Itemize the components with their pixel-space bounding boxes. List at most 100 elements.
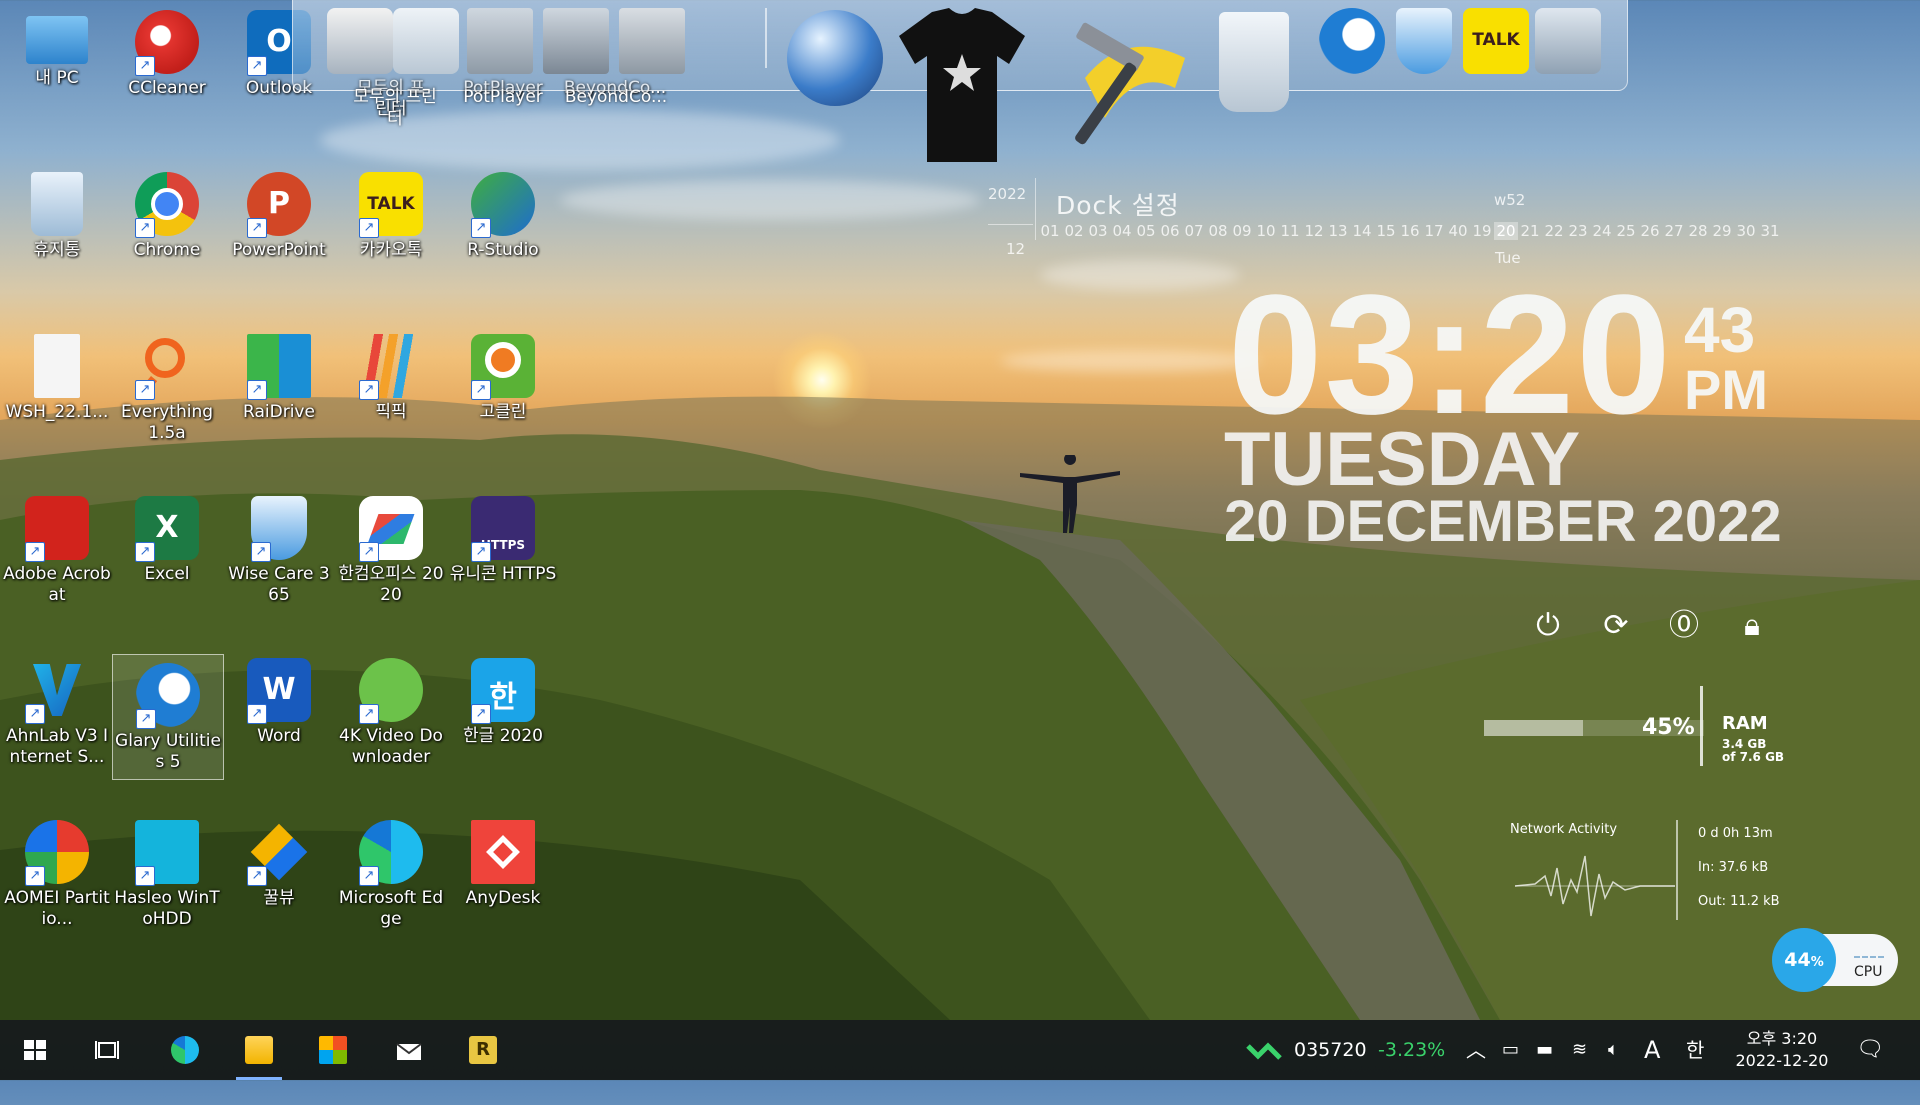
web-doc-icon: [393, 8, 459, 74]
dock-settings-title[interactable]: Dock 설정: [1056, 186, 1180, 222]
desktop-icon-unicorn-https[interactable]: HTTPS ↗ 유니콘 HTTPS: [448, 488, 558, 638]
desktop-icon-everything[interactable]: ↗ Everything 1.5a: [112, 326, 222, 476]
power-icon[interactable]: ⏻: [1530, 608, 1566, 644]
calendar-day: 05: [1136, 222, 1156, 240]
dock-item-globe-doc[interactable]: [389, 8, 463, 82]
desktop-icon-recycle-bin[interactable]: 휴지통: [2, 164, 112, 314]
desktop-icon-honeyview[interactable]: ↗ 꿀뷰: [224, 812, 334, 962]
ime-language[interactable]: 한: [1686, 1020, 1704, 1080]
dock-label-beyondcompare: BeyondCo...: [564, 87, 668, 107]
stock-code[interactable]: 035720: [1294, 1020, 1367, 1080]
network-graph: [1515, 855, 1675, 917]
honeyview-icon: ↗: [247, 820, 311, 886]
ram-total: of 7.6 GB: [1722, 750, 1785, 764]
calendar-day: 02: [1064, 222, 1084, 240]
chevron-up-icon[interactable]: ︿: [1466, 1020, 1486, 1080]
dock-item-hammer[interactable]: [1045, 8, 1195, 158]
taskbar-store[interactable]: [302, 1020, 364, 1080]
desktop-icon-hasleo-wintohdd[interactable]: ↗ Hasleo WinToHDD: [112, 812, 222, 962]
globe-icon: [787, 10, 883, 106]
calendar-day: 14: [1352, 222, 1372, 240]
dock-item-glary[interactable]: [1315, 8, 1389, 82]
start-button[interactable]: [4, 1020, 66, 1080]
cpu-label: CPU: [1854, 964, 1883, 980]
printer-icon: [327, 8, 393, 74]
desktop-icon-raidrive[interactable]: ↗ RaiDrive: [224, 326, 334, 476]
desktop-icon-microsoft-edge[interactable]: ↗ Microsoft Edge: [336, 812, 446, 962]
taskbar-clock[interactable]: 오후 3:20 2022-12-20: [1734, 1028, 1830, 1072]
stock-icon[interactable]: [1244, 1020, 1284, 1080]
network-in: In: 37.6 kB: [1698, 860, 1769, 875]
raidrive-icon: ↗: [247, 334, 311, 400]
calendar-day: 24: [1592, 222, 1612, 240]
picpick-icon: ↗: [359, 334, 423, 400]
calendar-day: 01: [1040, 222, 1060, 240]
desktop-icon-r-studio[interactable]: ↗ R-Studio: [448, 164, 558, 314]
desktop-icon-wise-care[interactable]: ↗ Wise Care 365: [224, 488, 334, 638]
dock-item-folder-disc[interactable]: [615, 8, 689, 82]
calendar-day: 30: [1736, 222, 1756, 240]
desktop-icon-ahnlab-v3[interactable]: ↗ AhnLab V3 Internet S...: [2, 650, 112, 800]
taskbar-edge[interactable]: [154, 1020, 216, 1080]
dock-item-r-studio[interactable]: [1531, 8, 1605, 82]
ime-mode[interactable]: A: [1644, 1020, 1660, 1080]
desktop-icon-4k-video-downloader[interactable]: ↗ 4K Video Downloader: [336, 650, 446, 800]
power-controls: ⏻ ⟳ ⓪ 🔒︎: [1530, 608, 1770, 644]
kakaotalk-icon: TALK: [1463, 8, 1529, 74]
shutdown-icon[interactable]: ⓪: [1666, 608, 1702, 644]
taskbar-r-app[interactable]: R: [452, 1020, 514, 1080]
desktop-icon-chrome[interactable]: ↗ Chrome: [112, 164, 222, 314]
desktop-icon-excel[interactable]: X ↗ Excel: [112, 488, 222, 638]
dock-item-kakaotalk[interactable]: TALK: [1459, 8, 1533, 82]
dock-item-folder-green[interactable]: [539, 8, 613, 82]
volume-icon[interactable]: 🔈︎: [1608, 1020, 1619, 1080]
desktop-icon-word[interactable]: W ↗ Word: [224, 650, 334, 800]
desktop-icon-kakaotalk[interactable]: TALK ↗ 카카오톡: [336, 164, 446, 314]
taskbar-mail[interactable]: [378, 1020, 440, 1080]
mail-icon: [396, 1043, 422, 1060]
dock-item-tools[interactable]: [687, 8, 761, 82]
desktop-icon-adobe-acrobat[interactable]: ↗ Adobe Acrobat: [2, 488, 112, 638]
desktop-icon-picpick[interactable]: ↗ 픽픽: [336, 326, 446, 476]
r-studio-icon: [1535, 8, 1601, 74]
desktop-icon-this-pc[interactable]: 내 PC: [2, 2, 112, 152]
dock-item-wise-care[interactable]: [1387, 8, 1461, 82]
aomei-icon: ↗: [25, 820, 89, 886]
calendar-day: 13: [1328, 222, 1348, 240]
desktop-icon-aomei-partition[interactable]: ↗ AOMEI Partitio...: [2, 812, 112, 962]
lock-icon[interactable]: 🔒︎: [1734, 608, 1770, 644]
calendar-day: 31: [1760, 222, 1780, 240]
taskbar-time: 오후 3:20: [1746, 1029, 1818, 1048]
tshirt-icon: [899, 8, 1025, 162]
disc-file-icon: [34, 334, 80, 398]
dock-item-recycle-bin[interactable]: [1217, 12, 1291, 122]
wifi-icon[interactable]: ≋: [1572, 1020, 1587, 1080]
restart-icon[interactable]: ⟳: [1598, 608, 1634, 644]
notification-icon[interactable]: 🗨︎: [1856, 1020, 1884, 1080]
calendar-day: 03: [1088, 222, 1108, 240]
network-title: Network Activity: [1510, 822, 1618, 837]
task-view-button[interactable]: [76, 1020, 138, 1080]
taskbar-file-explorer[interactable]: [228, 1020, 290, 1080]
desktop-icon-hancom-office[interactable]: ↗ 한컴오피스 2020: [336, 488, 446, 638]
desktop-icon-powerpoint[interactable]: P ↗ PowerPoint: [224, 164, 334, 314]
folder-icon: [245, 1036, 273, 1064]
desktop-icon-wsh[interactable]: WSH_22.1...: [2, 326, 112, 476]
windows-logo-icon: [24, 1040, 46, 1060]
desktop-icon-goclean[interactable]: ↗ 고클린: [448, 326, 558, 476]
device-icon[interactable]: ▭: [1502, 1020, 1519, 1080]
desktop-icon-glary-utilities[interactable]: ↗ Glary Utilities 5: [112, 654, 224, 780]
ram-percent: 45%: [1642, 715, 1695, 740]
dock-item-globe[interactable]: [787, 10, 883, 106]
battery-icon[interactable]: ▬: [1536, 1020, 1553, 1080]
excel-icon: X ↗: [135, 496, 199, 562]
dock-item-tshirt[interactable]: [897, 6, 1027, 166]
desktop-icon-hangul-2020[interactable]: 한 ↗ 한글 2020: [448, 650, 558, 800]
desktop-icon-anydesk[interactable]: AnyDesk: [448, 812, 558, 962]
dock-item-folder[interactable]: [463, 8, 537, 82]
dock-item-printer[interactable]: [323, 8, 397, 82]
calendar-day: 21: [1520, 222, 1540, 240]
clock-date: 20 DECEMBER 2022: [1224, 489, 1782, 554]
desktop-icon-ccleaner[interactable]: ↗ CCleaner: [112, 2, 222, 152]
ram-bar-fill: [1484, 720, 1583, 736]
